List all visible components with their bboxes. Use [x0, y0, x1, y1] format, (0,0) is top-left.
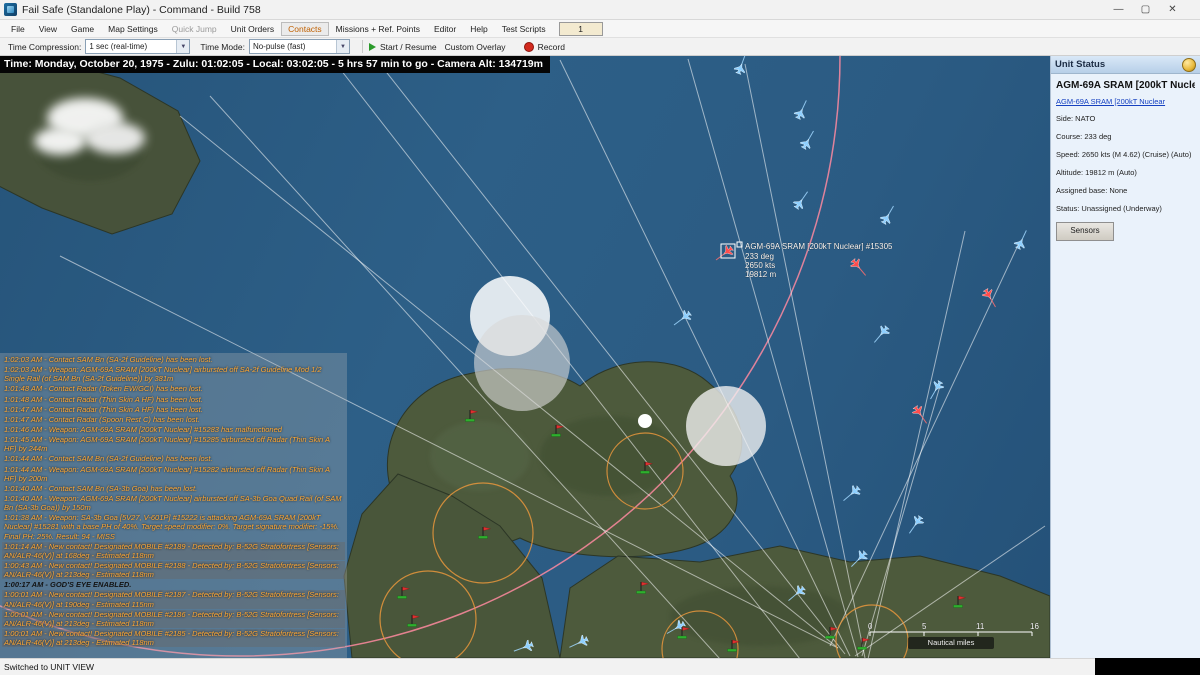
unit-status-field: Speed: 2650 kts (M 4.62) (Cruise) (Auto) — [1056, 150, 1195, 159]
message-log[interactable]: 1:02:03 AM - Contact SAM Bn (SA-2f Guide… — [0, 353, 347, 658]
menu-item-test-scripts[interactable]: Test Scripts — [495, 22, 553, 36]
unit-status-field: Altitude: 19812 m (Auto) — [1056, 168, 1195, 177]
chevron-down-icon: ▼ — [336, 40, 349, 53]
log-message: 1:01:44 AM - Weapon: AGM-69A SRAM [200kT… — [2, 465, 345, 483]
air-blue-icon[interactable] — [930, 379, 945, 399]
menu-bar: FileViewGameMap SettingsQuick JumpUnit O… — [0, 20, 1200, 38]
air-blue-icon[interactable] — [844, 484, 863, 501]
unit-status-field: Assigned base: None — [1056, 186, 1195, 195]
unit-status-panel: Unit Status AGM-69A SRAM [200kT Nuclear]… — [1050, 56, 1200, 658]
scale-unit-label: Nautical miles — [908, 637, 994, 649]
air-red-icon[interactable] — [911, 404, 927, 423]
log-message: 1:01:48 AM - Contact Radar (Thin Skin A … — [2, 395, 345, 404]
record-button[interactable]: Record — [538, 42, 565, 52]
menu-item-file[interactable]: File — [4, 22, 32, 36]
time-mode-label: Time Mode: — [200, 42, 245, 52]
log-message: 1:01:40 AM - Contact SAM Bn (SA-3b Goa) … — [2, 484, 345, 493]
unit-status-title: Unit Status — [1055, 59, 1105, 70]
selected-unit-label: AGM-69A SRAM [200kT Nuclear] #15305233 d… — [737, 242, 893, 279]
svg-text:11: 11 — [976, 622, 985, 631]
custom-overlay-button[interactable]: Custom Overlay — [445, 42, 506, 52]
status-bar-text: Switched to UNIT VIEW — [4, 662, 94, 672]
log-message: 1:00:43 AM - New contact! Designated MOB… — [2, 561, 345, 579]
menu-item-unit-orders[interactable]: Unit Orders — [224, 22, 281, 36]
unit-status-field: Status: Unassigned (Underway) — [1056, 204, 1195, 213]
time-compression-select[interactable]: 1 sec (real-time) ▼ — [85, 39, 190, 54]
menu-item-missions-ref-points[interactable]: Missions + Ref. Points — [329, 22, 427, 36]
svg-text:AGM-69A SRAM [200kT Nuclear] #: AGM-69A SRAM [200kT Nuclear] #15305 — [745, 242, 893, 251]
log-message: 1:00:17 AM - GOD'S EYE ENABLED. — [2, 580, 345, 589]
blast-circle — [474, 315, 570, 411]
air-blue-icon[interactable] — [879, 206, 894, 226]
selected-unit-icon[interactable] — [716, 244, 735, 260]
menu-item-view[interactable]: View — [32, 22, 64, 36]
chevron-down-icon: ▼ — [176, 40, 189, 53]
toolbar: Time Compression: 1 sec (real-time) ▼ Ti… — [0, 38, 1200, 56]
time-compression-label: Time Compression: — [8, 42, 81, 52]
close-button[interactable]: ✕ — [1159, 0, 1186, 20]
menu-item-editor[interactable]: Editor — [427, 22, 463, 36]
record-icon — [524, 42, 534, 52]
time-compression-value: 1 sec (real-time) — [89, 42, 147, 51]
log-message: 1:01:47 AM - Contact Radar (Spoon Rest C… — [2, 415, 345, 424]
air-blue-icon[interactable] — [793, 100, 807, 120]
refresh-icon[interactable] — [1182, 58, 1196, 72]
unit-status-header: Unit Status — [1051, 56, 1200, 74]
start-resume-button[interactable]: Start / Resume — [380, 42, 437, 52]
map[interactable]: AGM-69A SRAM [200kT Nuclear] #15305233 d… — [0, 56, 1050, 658]
log-message: 1:01:44 AM - Contact SAM Bn (SA-2f Guide… — [2, 454, 345, 463]
unit-database-link[interactable]: AGM-69A SRAM [200kT Nuclear — [1056, 97, 1195, 106]
blast-circle — [686, 386, 766, 466]
air-blue-icon[interactable] — [674, 309, 693, 325]
air-blue-icon[interactable] — [1013, 230, 1027, 250]
window-title: Fail Safe (Standalone Play) - Command - … — [22, 4, 261, 16]
log-message: 1:02:03 AM - Contact SAM Bn (SA-2f Guide… — [2, 355, 345, 364]
air-red-icon[interactable] — [849, 257, 866, 276]
air-blue-icon[interactable] — [792, 192, 808, 211]
app-icon — [4, 3, 17, 16]
menu-item-contacts[interactable]: Contacts — [281, 22, 329, 36]
log-message: 1:02:03 AM - Weapon: AGM-69A SRAM [200kT… — [2, 365, 345, 383]
air-blue-icon[interactable] — [799, 131, 814, 151]
log-message: 1:00:01 AM - New contact! Designated MOB… — [2, 590, 345, 608]
air-blue-icon[interactable] — [874, 324, 891, 343]
menu-item-quick-jump[interactable]: Quick Jump — [165, 22, 224, 36]
svg-text:233 deg: 233 deg — [745, 252, 774, 261]
svg-text:16: 16 — [1030, 622, 1039, 631]
unit-status-field: Course: 233 deg — [1056, 132, 1195, 141]
log-message: 1:01:14 AM - New contact! Designated MOB… — [2, 542, 345, 560]
log-message: 1:01:40 AM - Weapon: AGM-69A SRAM [200kT… — [2, 494, 345, 512]
log-message: 1:01:48 AM - Contact Radar (Token EW/GCI… — [2, 384, 345, 393]
log-message: 1:00:01 AM - New contact! Designated MOB… — [2, 610, 345, 628]
title-bar: Fail Safe (Standalone Play) - Command - … — [0, 0, 1200, 20]
menu-bar-items: FileViewGameMap SettingsQuick JumpUnit O… — [4, 22, 553, 36]
unit-status-fields: Side: NATO Course: 233 deg Speed: 2650 kts… — [1056, 114, 1195, 213]
log-message: 1:01:47 AM - Contact Radar (Thin Skin A … — [2, 405, 345, 414]
selected-unit-name: AGM-69A SRAM [200kT Nuclear] #15305 — [1056, 80, 1195, 91]
time-banner: Time: Monday, October 20, 1975 - Zulu: 0… — [0, 56, 550, 73]
log-message: 1:01:38 AM - Weapon: SA-3b Goa [5V27, V-… — [2, 513, 345, 540]
toolbar-separator — [362, 40, 363, 53]
maximize-button[interactable]: ▢ — [1132, 0, 1159, 20]
menu-item-map-settings[interactable]: Map Settings — [101, 22, 165, 36]
test-scripts-value-input[interactable]: 1 — [559, 22, 603, 36]
log-message: 1:01:46 AM - Weapon: AGM-69A SRAM [200kT… — [2, 425, 345, 434]
unit-status-field: Side: NATO — [1056, 114, 1195, 123]
status-bar: Switched to UNIT VIEW — [0, 658, 1095, 675]
play-icon — [369, 43, 376, 51]
blast-circle — [638, 414, 652, 428]
minimize-button[interactable]: — — [1105, 0, 1132, 20]
svg-text:19812 m: 19812 m — [745, 270, 776, 279]
log-message: 1:01:45 AM - Weapon: AGM-69A SRAM [200kT… — [2, 435, 345, 453]
log-message: 1:00:01 AM - New contact! Designated MOB… — [2, 629, 345, 647]
svg-text:2650 kts: 2650 kts — [745, 261, 775, 270]
time-mode-select[interactable]: No-pulse (fast) ▼ — [249, 39, 350, 54]
menu-item-help[interactable]: Help — [463, 22, 494, 36]
sensors-button[interactable]: Sensors — [1056, 222, 1114, 241]
time-mode-value: No-pulse (fast) — [253, 42, 305, 51]
menu-item-game[interactable]: Game — [64, 22, 101, 36]
air-blue-icon[interactable] — [909, 514, 925, 533]
svg-text:0: 0 — [868, 622, 873, 631]
svg-text:5: 5 — [922, 622, 927, 631]
